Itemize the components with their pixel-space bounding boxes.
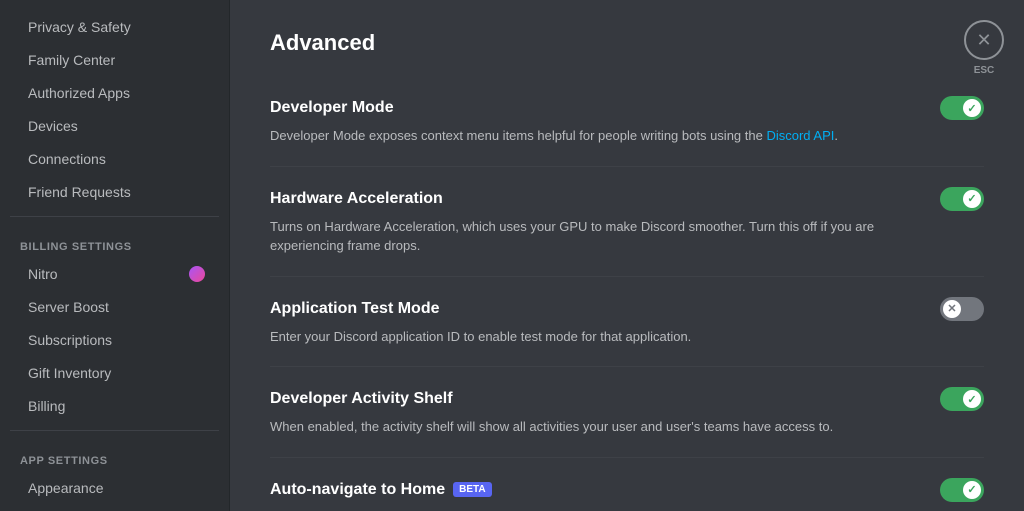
sidebar-item-accessibility[interactable]: Accessibility — [8, 505, 221, 511]
sidebar-item-privacy--safety[interactable]: Privacy & Safety — [8, 11, 221, 43]
toggle-2[interactable]: ✕ — [940, 297, 984, 321]
sidebar-item-authorized-apps[interactable]: Authorized Apps — [8, 77, 221, 109]
setting-name-2: Application Test Mode — [270, 300, 439, 318]
sidebar-item-subscriptions[interactable]: Subscriptions — [8, 324, 221, 356]
close-icon: ✕ — [976, 31, 991, 49]
setting-desc-0: Developer Mode exposes context menu item… — [270, 126, 877, 146]
main-content: Advanced Developer Mode ✓ Developer Mode e… — [230, 0, 1024, 511]
setting-link-0[interactable]: Discord API — [766, 128, 834, 143]
sidebar-item-nitro[interactable]: Nitro — [8, 258, 221, 290]
toggle-knob-2: ✕ — [943, 300, 961, 318]
setting-desc-1: Turns on Hardware Acceleration, which us… — [270, 217, 877, 256]
setting-header-2: Application Test Mode ✕ — [270, 297, 984, 321]
toggle-knob-1: ✓ — [963, 190, 981, 208]
close-button[interactable]: ✕ ESC — [964, 20, 1004, 60]
sidebar: Privacy & SafetyFamily CenterAuthorized … — [0, 0, 230, 511]
setting-name-0: Developer Mode — [270, 99, 394, 117]
toggle-knob-4: ✓ — [963, 481, 981, 499]
setting-header-3: Developer Activity Shelf ✓ — [270, 387, 984, 411]
sidebar-divider-2 — [10, 430, 219, 431]
sidebar-item-friend-requests[interactable]: Friend Requests — [8, 176, 221, 208]
billing-section-label: BILLING SETTINGS — [0, 225, 229, 257]
setting-desc-3: When enabled, the activity shelf will sh… — [270, 417, 877, 437]
setting-row-3: Developer Activity Shelf ✓ When enabled, t… — [270, 367, 984, 458]
nitro-badge — [189, 266, 205, 282]
toggle-3[interactable]: ✓ — [940, 387, 984, 411]
sidebar-item-server-boost[interactable]: Server Boost — [8, 291, 221, 323]
sidebar-divider — [10, 216, 219, 217]
setting-header-1: Hardware Acceleration ✓ — [270, 187, 984, 211]
setting-name-3: Developer Activity Shelf — [270, 390, 453, 408]
setting-row-1: Hardware Acceleration ✓ Turns on Hardware … — [270, 167, 984, 277]
setting-header-0: Developer Mode ✓ — [270, 96, 984, 120]
setting-desc-4: For community servers with Home enabled,… — [270, 508, 877, 511]
sidebar-item-billing[interactable]: Billing — [8, 390, 221, 422]
sidebar-item-devices[interactable]: Devices — [8, 110, 221, 142]
setting-row-0: Developer Mode ✓ Developer Mode exposes co… — [270, 76, 984, 167]
sidebar-item-family-center[interactable]: Family Center — [8, 44, 221, 76]
toggle-4[interactable]: ✓ — [940, 478, 984, 502]
page-title: Advanced — [270, 30, 984, 56]
setting-row-4: Auto-navigate to HomeBETA ✓ For community … — [270, 458, 984, 511]
setting-row-2: Application Test Mode ✕ Enter your Discord… — [270, 277, 984, 368]
toggle-knob-0: ✓ — [963, 99, 981, 117]
setting-header-4: Auto-navigate to HomeBETA ✓ — [270, 478, 984, 502]
sidebar-item-appearance[interactable]: Appearance — [8, 472, 221, 504]
setting-desc-2: Enter your Discord application ID to ena… — [270, 327, 877, 347]
app-section-label: APP SETTINGS — [0, 439, 229, 471]
toggle-1[interactable]: ✓ — [940, 187, 984, 211]
toggle-0[interactable]: ✓ — [940, 96, 984, 120]
beta-badge-4: BETA — [453, 482, 491, 497]
sidebar-item-connections[interactable]: Connections — [8, 143, 221, 175]
setting-name-1: Hardware Acceleration — [270, 190, 443, 208]
sidebar-item-gift-inventory[interactable]: Gift Inventory — [8, 357, 221, 389]
esc-label: ESC — [974, 65, 995, 76]
toggle-knob-3: ✓ — [963, 390, 981, 408]
setting-name-4: Auto-navigate to HomeBETA — [270, 481, 492, 499]
